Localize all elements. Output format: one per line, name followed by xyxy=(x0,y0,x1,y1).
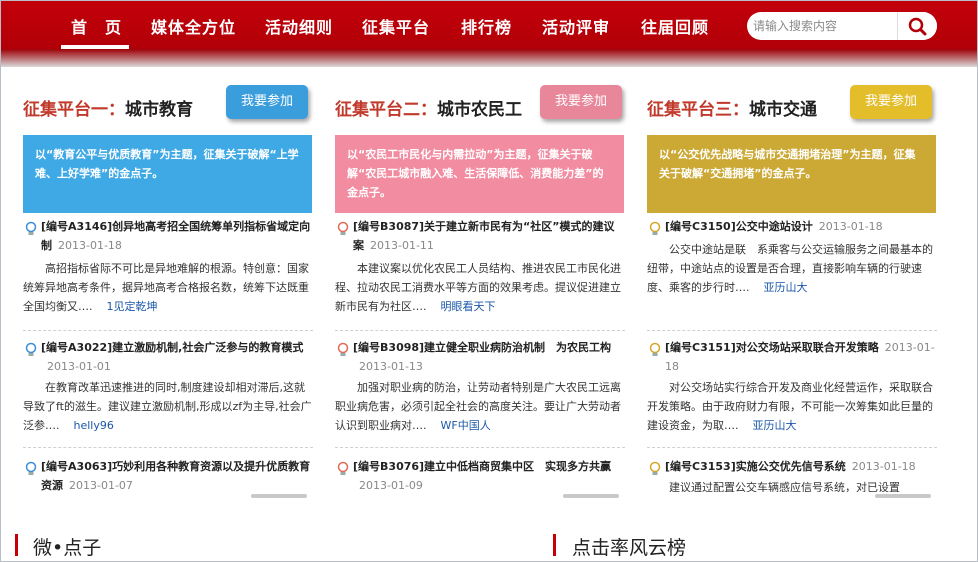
join-button[interactable]: 我要参加 xyxy=(540,85,622,119)
platform-banner: 以“农民工市民化与内需拉动”为主题，征集关于破解“农民工城市融入难、生活保障低、… xyxy=(335,135,624,213)
lightbulb-icon xyxy=(25,221,37,235)
item-title-link[interactable]: [编号A3146]创异地高考招全国统筹单列指标省域定向制 2013-01-18 xyxy=(41,217,313,255)
nav-item-collection[interactable]: 征集平台 xyxy=(362,14,430,38)
item-author[interactable]: 明眼看天下 xyxy=(441,300,496,313)
divider xyxy=(23,447,313,448)
item-date: 2013-01-13 xyxy=(359,360,423,373)
platform-title-main: 城市农民工 xyxy=(437,100,522,120)
nav-item-media[interactable]: 媒体全方位 xyxy=(151,14,236,38)
item-summary: 公交中途站是联 系乘客与公交运输服务之间最基本的纽带，中途站点的设置是否合理，直… xyxy=(647,240,937,297)
item-author[interactable]: helly96 xyxy=(74,419,114,432)
search-box xyxy=(747,12,937,40)
lightbulb-icon xyxy=(337,342,349,356)
item-summary: 建议通过配置公交车辆感应信号系统，对已设置 xyxy=(647,478,937,492)
item-summary: 高招指标省际不可比是异地难解的根源。特创意：国家统筹异地高考条件，据异地高考合格… xyxy=(23,259,313,316)
platform-column-transport: 征集平台三：城市交通 我要参加 以“公交优先战略与城市交通拥堵治理”为主题，征集… xyxy=(647,67,937,498)
item-body-text: 高招指标省际不可比是异地难解的根源。特创意：国家统筹异地高考条件，据异地高考合格… xyxy=(23,262,309,313)
search-button[interactable] xyxy=(897,12,937,40)
item-author[interactable]: 亚历山大 xyxy=(764,281,808,294)
platform-banner: 以“公交优先战略与城市交通拥堵治理”为主题，征集关于破解“交通拥堵”的金点子。 xyxy=(647,135,936,213)
item-title[interactable]: [编号B3076]建立中低档商贸集中区 实现多方共赢 xyxy=(353,460,611,473)
platform-title-prefix: 征集平台三： xyxy=(647,100,749,120)
lightbulb-icon xyxy=(337,461,349,475)
item-date: 2013-01-18 xyxy=(58,239,122,252)
lightbulb-icon xyxy=(649,221,661,235)
search-input[interactable] xyxy=(753,15,893,37)
item-title[interactable]: [编号C3151]对公交场站采取联合开发策略 xyxy=(665,341,879,354)
item-title-link[interactable]: [编号B3098]建立健全职业病防治机制 为农民工构 2013-01-13 xyxy=(353,338,625,376)
nav-item-history[interactable]: 往届回顾 xyxy=(641,14,709,38)
section-accent-bar xyxy=(15,534,18,556)
item-date: 2013-01-11 xyxy=(370,239,434,252)
lightbulb-icon xyxy=(337,221,349,235)
item-summary: 对公交场站实行综合开发及商业化经营运作，采取联合开发策略。由于政府财力有限，不可… xyxy=(647,378,937,435)
item-title[interactable]: [编号C3150]公交中途站设计 xyxy=(665,220,813,233)
platform-title-main: 城市交通 xyxy=(749,100,817,120)
item-date: 2013-01-09 xyxy=(359,479,423,492)
item-summary: 本建议案以优化农民工人员结构、推进农民工市民化进程、拉动农民工消费水平等方面的效… xyxy=(335,259,625,316)
item-title-link[interactable]: [编号A3022]建立激励机制,社会广泛参与的教育模式 2013-01-01 xyxy=(41,338,313,376)
item-title[interactable]: [编号B3098]建立健全职业病防治机制 为农民工构 xyxy=(353,341,611,354)
item-title-link[interactable]: [编号A3063]巧妙利用各种教育资源以及提升优质教育资源 2013-01-07 xyxy=(41,457,313,495)
divider xyxy=(335,330,625,331)
page-frame: 首 页 媒体全方位 活动细则 征集平台 排行榜 活动评审 往届回顾 征集平台一：… xyxy=(0,0,978,562)
item-date: 2013-01-07 xyxy=(69,479,133,492)
top-navigation: 首 页 媒体全方位 活动细则 征集平台 排行榜 活动评审 往届回顾 xyxy=(1,1,977,49)
search-icon xyxy=(908,17,927,36)
item-author[interactable]: 1见定乾坤 xyxy=(107,300,158,313)
platform-title-main: 城市教育 xyxy=(125,100,193,120)
item-title-link[interactable]: [编号C3153]实施公交优先信号系统 2013-01-18 xyxy=(665,457,937,476)
item-date: 2013-01-01 xyxy=(47,360,111,373)
platform-column-education: 征集平台一：城市教育 我要参加 以“教育公平与优质教育”为主题，征集关于破解“上… xyxy=(23,67,313,498)
item-title-link[interactable]: [编号C3151]对公交场站采取联合开发策略 2013-01-18 xyxy=(665,338,937,376)
platform-banner: 以“教育公平与优质教育”为主题，征集关于破解“上学难、上好学难”的金点子。 xyxy=(23,135,312,213)
item-title-link[interactable]: [编号B3076]建立中低档商贸集中区 实现多方共赢 2013-01-09 xyxy=(353,457,625,495)
item-author[interactable]: 亚历山大 xyxy=(753,419,797,432)
platform-title-prefix: 征集平台一： xyxy=(23,100,125,120)
lightbulb-icon xyxy=(649,461,661,475)
section-accent-bar xyxy=(553,534,556,556)
platform-title: 征集平台二：城市农民工 xyxy=(335,95,522,120)
platform-column-migrant-workers: 征集平台二：城市农民工 我要参加 以“农民工市民化与内需拉动”为主题，征集关于破… xyxy=(335,67,625,498)
item-body-text: 在教育改革迅速推进的同时,制度建设却相对滞后,这就导致了ft的滋生。建议建立激励… xyxy=(23,381,312,432)
platform-title: 征集平台三：城市交通 xyxy=(647,95,817,120)
item-summary: 加强对职业病的防治，让劳动者特别是广大农民工远离职业病危害，必须引起全社会的高度… xyxy=(335,378,625,435)
lightbulb-icon xyxy=(25,461,37,475)
item-title[interactable]: [编号A3022]建立激励机制,社会广泛参与的教育模式 xyxy=(41,341,303,354)
scroll-indicator[interactable] xyxy=(563,494,619,498)
nav-item-rules[interactable]: 活动细则 xyxy=(265,14,333,38)
scroll-indicator[interactable] xyxy=(251,494,307,498)
join-button[interactable]: 我要参加 xyxy=(226,85,308,119)
platform-title-prefix: 征集平台二： xyxy=(335,100,437,120)
divider xyxy=(335,447,625,448)
platform-title: 征集平台一：城市教育 xyxy=(23,95,193,120)
nav-shadow-band xyxy=(1,49,977,67)
divider xyxy=(647,330,937,331)
lightbulb-icon xyxy=(25,342,37,356)
nav-item-home[interactable]: 首 页 xyxy=(71,14,122,38)
section-title-click-ranking: 点击率风云榜 xyxy=(572,537,687,559)
divider xyxy=(23,330,313,331)
nav-item-review[interactable]: 活动评审 xyxy=(542,14,610,38)
divider xyxy=(647,447,937,448)
item-title-link[interactable]: [编号B3087]关于建立新市民有为“社区”模式的建议案 2013-01-11 xyxy=(353,217,625,255)
item-date: 2013-01-18 xyxy=(851,460,916,473)
item-title-link[interactable]: [编号C3150]公交中途站设计 2013-01-18 xyxy=(665,217,937,236)
lightbulb-icon xyxy=(649,342,661,356)
section-title-micro-ideas: 微•点子 xyxy=(33,537,102,559)
item-author[interactable]: WF中国人 xyxy=(441,419,491,432)
scroll-indicator[interactable] xyxy=(875,494,931,498)
nav-item-ranking[interactable]: 排行榜 xyxy=(461,14,512,38)
item-body-text: 建议通过配置公交车辆感应信号系统，对已设置 xyxy=(669,481,900,492)
item-summary: 在教育改革迅速推进的同时,制度建设却相对滞后,这就导致了ft的滋生。建议建立激励… xyxy=(23,378,313,435)
item-date: 2013-01-18 xyxy=(818,220,883,233)
join-button[interactable]: 我要参加 xyxy=(850,85,932,119)
item-title[interactable]: [编号C3153]实施公交优先信号系统 xyxy=(665,460,846,473)
